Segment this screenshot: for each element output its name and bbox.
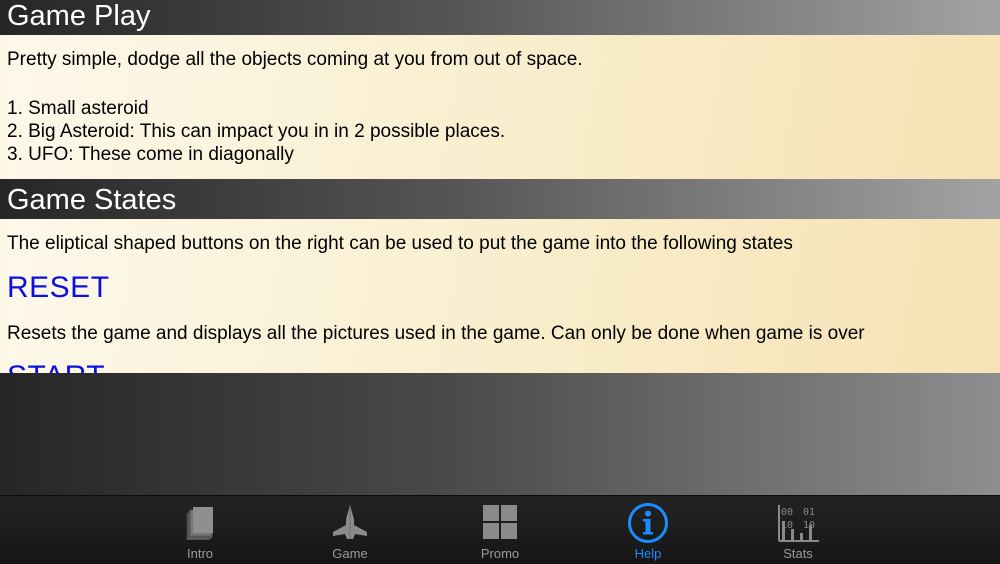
state-description-reset: Resets the game and displays all the pic… xyxy=(7,323,865,344)
game-play-intro: Pretty simple, dodge all the objects com… xyxy=(7,49,583,70)
tab-label: Game xyxy=(332,546,368,561)
tab-label: Intro xyxy=(186,546,213,561)
state-heading-start: START xyxy=(7,360,105,373)
tab-help[interactable]: Help xyxy=(598,496,698,564)
grid-icon xyxy=(483,505,517,539)
tab-game[interactable]: Game xyxy=(300,496,400,564)
tab-label: Promo xyxy=(480,546,520,561)
stats-digits: 10 xyxy=(781,520,793,531)
section-title: Game States xyxy=(7,184,177,216)
info-icon xyxy=(628,503,668,543)
tab-stats[interactable]: 00 01 10 10 Stats xyxy=(748,496,848,564)
tab-promo[interactable]: Promo xyxy=(450,496,550,564)
stats-digits: 01 xyxy=(803,507,815,518)
stats-digits: 00 xyxy=(781,507,793,518)
book-icon xyxy=(186,507,213,540)
tab-bar: Intro Game Promo Help 00 01 10 10 Stats xyxy=(0,495,1000,564)
tab-label: Help xyxy=(634,546,662,561)
section-body-game-play: Pretty simple, dodge all the objects com… xyxy=(7,35,1000,179)
list-item: 2. Big Asteroid: This can impact you in … xyxy=(7,121,506,142)
tab-label: Stats xyxy=(783,546,813,561)
section-header-game-play: Game Play xyxy=(0,0,1000,35)
list-item: 1. Small asteroid xyxy=(7,98,149,119)
stats-digits: 10 xyxy=(803,520,815,531)
section-title: Game Play xyxy=(7,0,151,32)
section-header-game-states: Game States xyxy=(0,179,1000,219)
stats-icon: 00 01 10 10 xyxy=(778,505,819,542)
game-states-intro: The eliptical shaped buttons on the righ… xyxy=(7,233,793,254)
list-item: 3. UFO: These come in diagonally xyxy=(7,144,294,165)
help-scroll-view[interactable]: Game Play Pretty simple, dodge all the o… xyxy=(0,0,1000,373)
state-heading-reset: RESET xyxy=(7,271,110,304)
tab-intro[interactable]: Intro xyxy=(150,496,250,564)
section-body-game-states: The eliptical shaped buttons on the righ… xyxy=(7,219,1000,373)
spaceship-icon xyxy=(333,505,367,539)
